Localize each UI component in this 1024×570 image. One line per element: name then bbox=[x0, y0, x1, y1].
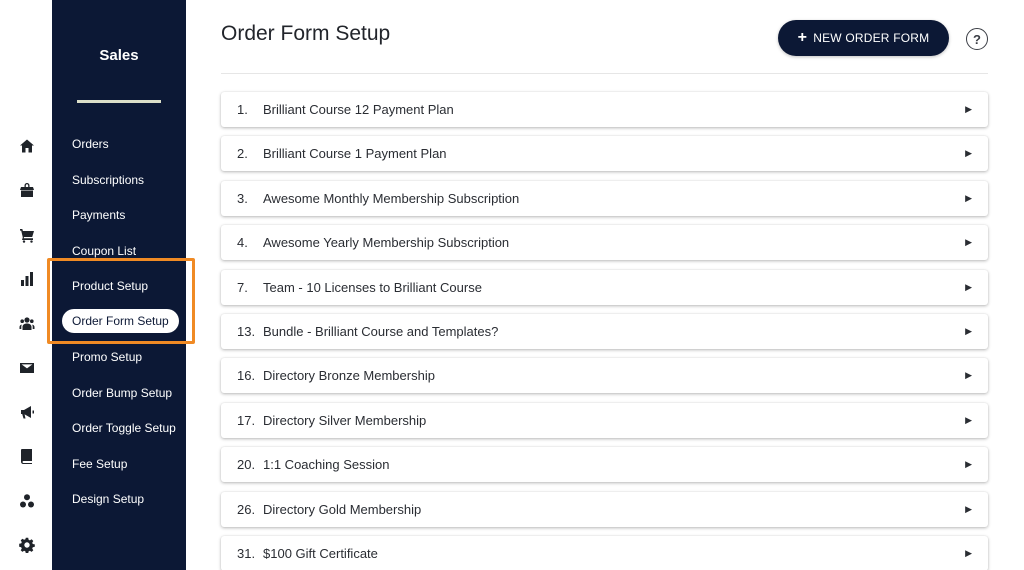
settings-icon[interactable] bbox=[17, 535, 37, 555]
row-number: 3. bbox=[237, 190, 248, 206]
expand-arrow-icon[interactable]: ▶ bbox=[965, 326, 972, 337]
bar-chart-icon[interactable] bbox=[17, 269, 37, 289]
order-form-row[interactable]: 26. Directory Gold Membership ▶ bbox=[221, 491, 988, 527]
row-number: 17. bbox=[237, 412, 256, 428]
expand-arrow-icon[interactable]: ▶ bbox=[965, 370, 972, 381]
home-icon[interactable] bbox=[17, 136, 37, 156]
expand-arrow-icon[interactable]: ▶ bbox=[965, 504, 972, 515]
row-number: 2. bbox=[237, 146, 248, 162]
sidebar-item-orders[interactable]: Orders bbox=[72, 137, 109, 151]
order-form-row[interactable]: 1. Brilliant Course 12 Payment Plan ▶ bbox=[221, 92, 988, 127]
new-order-form-button[interactable]: + NEW ORDER FORM bbox=[778, 20, 949, 56]
mail-icon[interactable] bbox=[17, 358, 37, 378]
sidebar-title-underline bbox=[77, 100, 161, 103]
expand-arrow-icon[interactable]: ▶ bbox=[965, 148, 972, 159]
sidebar-item-order-form-setup[interactable]: Order Form Setup bbox=[62, 309, 179, 333]
order-form-row[interactable]: 3. Awesome Monthly Membership Subscripti… bbox=[221, 180, 988, 216]
sidebar-item-design-setup[interactable]: Design Setup bbox=[72, 492, 144, 506]
row-number: 20. bbox=[237, 457, 256, 473]
sidebar-item-promo-setup[interactable]: Promo Setup bbox=[72, 350, 142, 364]
order-form-row[interactable]: 4. Awesome Yearly Membership Subscriptio… bbox=[221, 225, 988, 261]
circles-icon[interactable] bbox=[17, 491, 37, 511]
row-label: $100 Gift Certificate bbox=[263, 545, 378, 561]
page-title: Order Form Setup bbox=[221, 22, 391, 45]
expand-arrow-icon[interactable]: ▶ bbox=[965, 459, 972, 470]
order-form-row[interactable]: 20. 1:1 Coaching Session ▶ bbox=[221, 447, 988, 483]
row-number: 1. bbox=[237, 102, 248, 117]
row-number: 31. bbox=[237, 545, 256, 561]
sidebar-item-fee-setup[interactable]: Fee Setup bbox=[72, 457, 127, 471]
sidebar-item-product-setup[interactable]: Product Setup bbox=[72, 279, 148, 293]
row-label: Awesome Yearly Membership Subscription bbox=[263, 235, 510, 251]
sidebar-item-coupon-list[interactable]: Coupon List bbox=[72, 244, 136, 258]
expand-arrow-icon[interactable]: ▶ bbox=[965, 237, 972, 248]
row-label: Brilliant Course 1 Payment Plan bbox=[263, 146, 447, 162]
row-number: 7. bbox=[237, 279, 248, 295]
row-number: 13. bbox=[237, 323, 256, 339]
row-number: 4. bbox=[237, 235, 248, 251]
row-label: Directory Gold Membership bbox=[263, 501, 422, 517]
row-label: Directory Silver Membership bbox=[263, 412, 427, 428]
row-number: 16. bbox=[237, 368, 256, 384]
expand-arrow-icon[interactable]: ▶ bbox=[965, 193, 972, 204]
row-label: Bundle - Brilliant Course and Templates? bbox=[263, 323, 499, 339]
sidebar-item-order-toggle-setup[interactable]: Order Toggle Setup bbox=[72, 421, 176, 435]
sidebar-item-payments[interactable]: Payments bbox=[72, 208, 125, 222]
order-form-row[interactable]: 2. Brilliant Course 1 Payment Plan ▶ bbox=[221, 136, 988, 172]
sales-sidebar: Sales Orders Subscriptions Payments Coup… bbox=[52, 0, 186, 570]
expand-arrow-icon[interactable]: ▶ bbox=[965, 104, 972, 115]
order-form-row[interactable]: 31. $100 Gift Certificate ▶ bbox=[221, 535, 988, 570]
row-label: 1:1 Coaching Session bbox=[263, 457, 390, 473]
order-form-row[interactable]: 17. Directory Silver Membership ▶ bbox=[221, 402, 988, 438]
sidebar-item-subscriptions[interactable]: Subscriptions bbox=[72, 173, 144, 187]
row-label: Awesome Monthly Membership Subscription bbox=[263, 190, 520, 206]
new-order-form-label: NEW ORDER FORM bbox=[813, 31, 930, 45]
row-label: Directory Bronze Membership bbox=[263, 368, 435, 384]
order-form-row[interactable]: 7. Team - 10 Licenses to Brilliant Cours… bbox=[221, 269, 988, 305]
expand-arrow-icon[interactable]: ▶ bbox=[965, 548, 972, 559]
order-form-row[interactable]: 16. Directory Bronze Membership ▶ bbox=[221, 358, 988, 394]
icon-rail bbox=[0, 0, 52, 570]
order-form-row[interactable]: 13. Bundle - Brilliant Course and Templa… bbox=[221, 313, 988, 349]
store-icon[interactable] bbox=[17, 180, 37, 200]
sidebar-title: Sales bbox=[99, 47, 139, 64]
expand-arrow-icon[interactable]: ▶ bbox=[965, 415, 972, 426]
book-icon[interactable] bbox=[17, 446, 37, 466]
expand-arrow-icon[interactable]: ▶ bbox=[965, 282, 972, 293]
plus-icon: + bbox=[797, 29, 808, 46]
help-icon[interactable]: ? bbox=[966, 28, 988, 50]
megaphone-icon[interactable] bbox=[17, 402, 37, 422]
row-label: Team - 10 Licenses to Brilliant Course bbox=[263, 279, 482, 295]
order-form-list: 1. Brilliant Course 12 Payment Plan ▶ 2.… bbox=[221, 92, 988, 570]
sidebar-item-order-bump-setup[interactable]: Order Bump Setup bbox=[72, 386, 172, 400]
users-icon[interactable] bbox=[17, 313, 37, 333]
row-label: Brilliant Course 12 Payment Plan bbox=[263, 102, 454, 117]
header-divider bbox=[221, 73, 988, 74]
app: Sales Orders Subscriptions Payments Coup… bbox=[0, 0, 1024, 570]
row-number: 26. bbox=[237, 501, 256, 517]
cart-icon[interactable] bbox=[17, 225, 37, 245]
